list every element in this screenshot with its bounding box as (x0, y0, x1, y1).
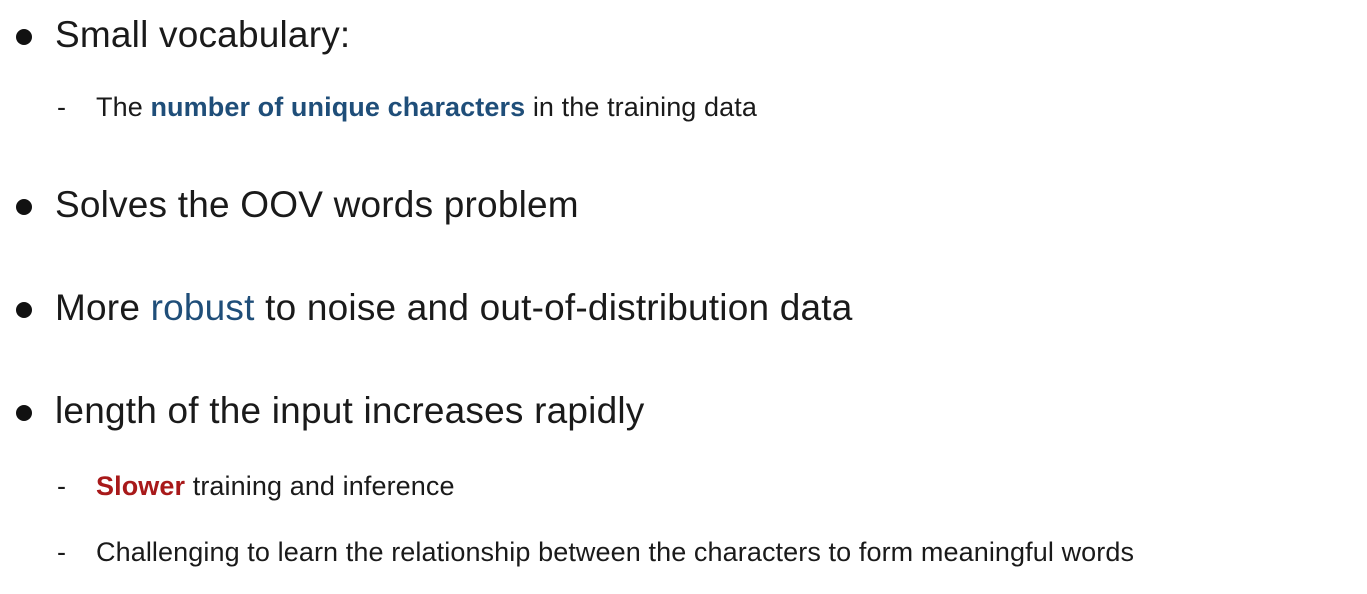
dash-marker-icon: - (57, 537, 66, 567)
sub-text-after: training and inference (185, 471, 455, 501)
bullet-text: length of the input increases rapidly (55, 390, 645, 431)
sub-item-unique-characters: - The number of unique characters in the… (0, 90, 1367, 126)
sub-item-challenging: - Challenging to learn the relationship … (0, 535, 1367, 571)
bullet-dot-icon (16, 405, 32, 421)
sub-text-before: The (96, 92, 151, 122)
bullet-dot-icon (16, 199, 32, 215)
sub-item-slower: - Slower training and inference (0, 469, 1367, 505)
sub-text: Challenging to learn the relationship be… (96, 537, 1135, 567)
bullet-text: Small vocabulary: (55, 14, 351, 55)
dash-marker-icon: - (57, 471, 66, 501)
highlight-slower: Slower (96, 471, 186, 501)
highlight-robust: robust (150, 287, 255, 328)
sub-text: Slower training and inference (96, 471, 455, 502)
bullet-text: Solves the OOV words problem (55, 184, 579, 225)
dash-marker-icon: - (57, 92, 66, 122)
sub-text-after: in the training data (525, 92, 757, 122)
bullet-text-after: to noise and out-of-distribution data (254, 287, 853, 328)
bullet-dot-icon (16, 29, 32, 45)
bullet-dot-icon (16, 302, 32, 318)
highlight-unique-characters: number of unique characters (150, 92, 526, 122)
bullet-text: More robust to noise and out-of-distribu… (55, 287, 853, 329)
sub-text: The number of unique characters in the t… (96, 92, 757, 123)
bullet-text-before: More (55, 287, 151, 328)
